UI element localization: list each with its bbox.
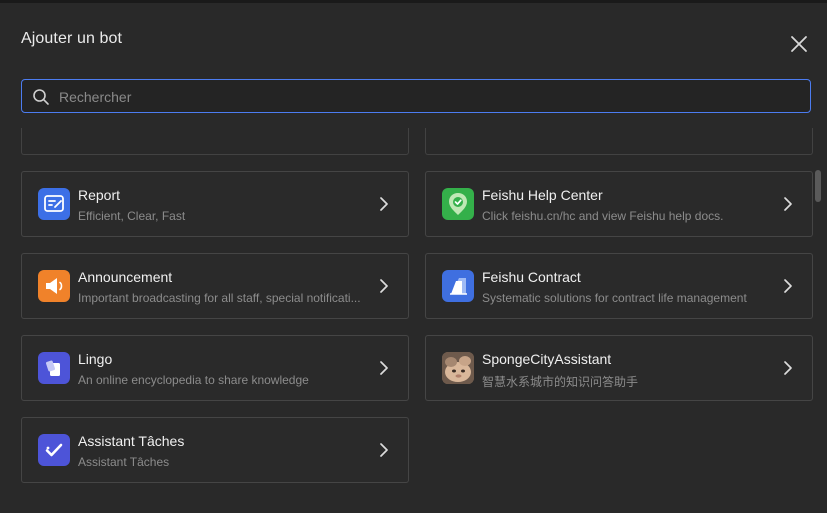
bot-description: Click feishu.cn/hc and view Feishu help …	[482, 209, 724, 223]
megaphone-icon	[38, 270, 70, 302]
bot-card-feishu-help-center[interactable]: Feishu Help Center Click feishu.cn/hc an…	[425, 171, 813, 237]
dialog-title: Ajouter un bot	[21, 30, 123, 47]
bot-name: Announcement	[78, 269, 173, 285]
bot-description: An online encyclopedia to share knowledg…	[78, 373, 309, 387]
close-icon	[791, 36, 807, 52]
bot-description: Systematic solutions for contract life m…	[482, 291, 747, 305]
chevron-right-icon	[380, 443, 388, 457]
bot-card-announcement[interactable]: Announcement Important broadcasting for …	[21, 253, 409, 319]
bot-list: Report Efficient, Clear, Fast Feishu Hel…	[0, 128, 827, 513]
bot-card-feishu-contract[interactable]: Feishu Contract Systematic solutions for…	[425, 253, 813, 319]
bot-name: SpongeCityAssistant	[482, 351, 612, 367]
close-button[interactable]	[786, 31, 812, 57]
bot-card-assistant-taches[interactable]: Assistant Tâches Assistant Tâches	[21, 417, 409, 483]
chevron-right-icon	[784, 197, 792, 211]
bot-name: Feishu Contract	[482, 269, 581, 285]
bot-name: Assistant Tâches	[78, 433, 185, 449]
bot-name: Report	[78, 187, 121, 203]
bot-card-partial-left[interactable]	[21, 128, 409, 155]
bot-name: Feishu Help Center	[482, 187, 603, 203]
chevron-right-icon	[380, 279, 388, 293]
help-center-icon	[442, 188, 474, 220]
search-input[interactable]	[57, 80, 801, 114]
search-icon	[33, 89, 49, 105]
bot-card-spongecityassistant[interactable]: SpongeCityAssistant 智慧水系城市的知识问答助手	[425, 335, 813, 401]
bot-card-lingo[interactable]: Lingo An online encyclopedia to share kn…	[21, 335, 409, 401]
avatar-photo-icon	[442, 352, 474, 384]
chevron-right-icon	[784, 279, 792, 293]
report-icon	[38, 188, 70, 220]
contract-icon	[442, 270, 474, 302]
bot-card-partial-right[interactable]	[425, 128, 813, 155]
bot-description: 智慧水系城市的知识问答助手	[482, 375, 639, 389]
chevron-right-icon	[380, 197, 388, 211]
add-bot-dialog: Ajouter un bot Report Efficient, Clear	[0, 3, 827, 513]
bot-name: Lingo	[78, 351, 113, 367]
search-box[interactable]	[21, 79, 811, 114]
bot-description: Important broadcasting for all staff, sp…	[78, 291, 361, 305]
chevron-right-icon	[784, 361, 792, 375]
chevron-right-icon	[380, 361, 388, 375]
tasks-icon	[38, 434, 70, 466]
bot-description: Assistant Tâches	[78, 455, 170, 469]
bot-description: Efficient, Clear, Fast	[78, 209, 186, 223]
bot-card-report[interactable]: Report Efficient, Clear, Fast	[21, 171, 409, 237]
lingo-icon	[38, 352, 70, 384]
scrollbar-thumb[interactable]	[815, 170, 821, 202]
